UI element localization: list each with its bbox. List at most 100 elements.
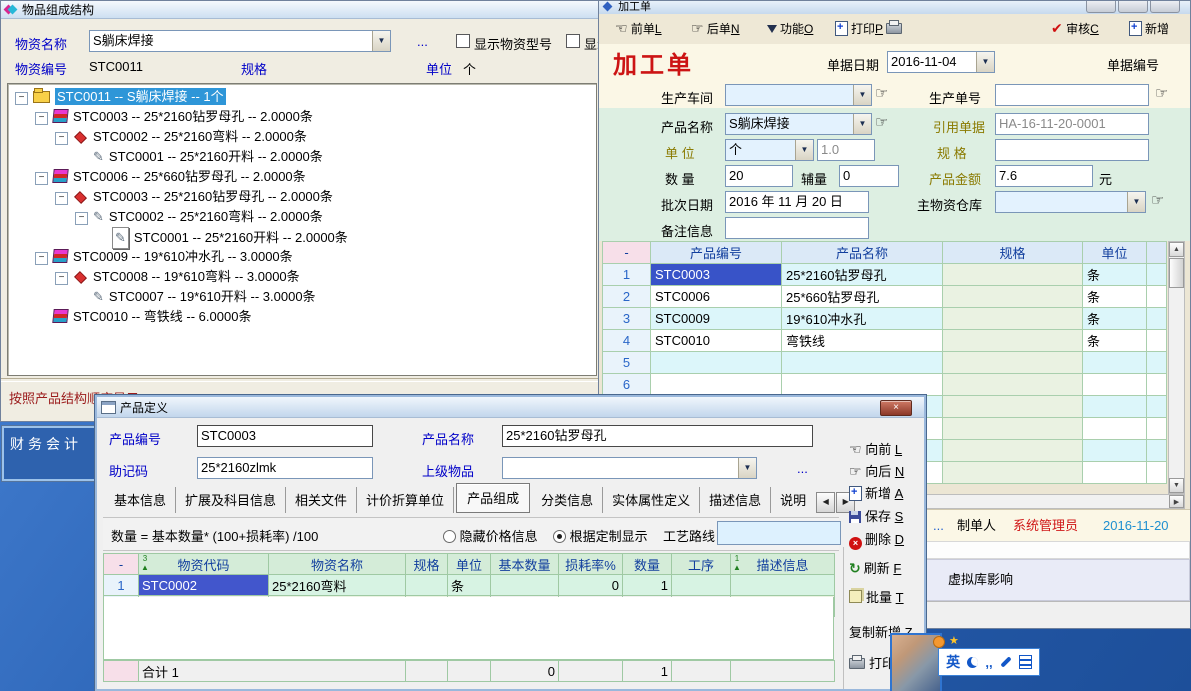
star-icon[interactable]: ★ xyxy=(949,634,959,647)
tab-related-files[interactable]: 相关文件 xyxy=(286,487,357,513)
table-row[interactable]: 5 xyxy=(603,352,1167,374)
tab-entity-attributes[interactable]: 实体属性定义 xyxy=(603,487,700,513)
col-loss-rate[interactable]: 损耗率% xyxy=(559,554,623,575)
prev-doc-button[interactable]: ☜ 前单L xyxy=(615,20,662,37)
workshop-combo[interactable]: ▼ xyxy=(725,84,872,106)
product-combo[interactable]: S躺床焊接▼ xyxy=(725,113,872,135)
add-doc-button[interactable]: 新增 xyxy=(1129,20,1169,37)
ime-punctuation-button[interactable]: ,, xyxy=(985,655,992,670)
warehouse-lookup-icon[interactable]: ☞ xyxy=(1151,193,1164,209)
bom-window-titlebar[interactable]: 物品组成结构 xyxy=(1,1,600,19)
show-model-checkbox[interactable] xyxy=(456,34,470,48)
col-spec[interactable]: 规格 xyxy=(943,242,1083,264)
ref-doc-input[interactable]: HA-16-11-20-0001 xyxy=(995,113,1149,135)
product-lookup-icon[interactable]: ☞ xyxy=(875,115,888,131)
chevron-down-icon[interactable]: ▼ xyxy=(976,52,994,72)
tree-item[interactable]: ✎STC0007 -- 19*610开料 -- 3.0000条 xyxy=(8,287,596,307)
chevron-down-icon[interactable]: ▼ xyxy=(1127,192,1145,212)
v-scrollbar[interactable]: ▲ ▼ xyxy=(1168,241,1185,494)
hide-price-radio[interactable]: 隐藏价格信息 xyxy=(443,526,538,545)
tree-expander[interactable]: − xyxy=(35,112,48,125)
more-options-button[interactable]: ... xyxy=(933,510,944,542)
tree-item[interactable]: −STC0009 -- 19*610冲水孔 -- 3.0000条 xyxy=(8,247,596,267)
material-more-button[interactable]: ... xyxy=(417,34,428,49)
tree-expander[interactable]: − xyxy=(35,252,48,265)
ime-wrench-icon[interactable] xyxy=(1000,656,1011,667)
next-button[interactable]: ☞ 向后 N xyxy=(849,461,904,480)
col-rowmark[interactable]: - xyxy=(104,554,139,575)
close-button[interactable] xyxy=(1150,1,1180,13)
tab-extended-info[interactable]: 扩展及科目信息 xyxy=(176,487,286,513)
unit-combo[interactable]: 个▼ xyxy=(725,139,814,161)
tree-item[interactable]: −STC0002 -- 25*2160弯料 -- 2.0000条 xyxy=(8,127,596,147)
qty-input[interactable]: 20 xyxy=(725,165,793,187)
workshop-lookup-icon[interactable]: ☞ xyxy=(875,86,888,102)
tree-item[interactable]: STC0010 -- 弯铁线 -- 6.0000条 xyxy=(8,307,596,327)
next-doc-button[interactable]: ☞ 后单N xyxy=(691,20,740,37)
tree-expander[interactable]: − xyxy=(55,132,68,145)
tab-product-composition[interactable]: 产品组成 xyxy=(456,483,530,513)
tree-item[interactable]: −STC0003 -- 25*2160钻罗母孔 -- 2.0000条 xyxy=(8,107,596,127)
chevron-down-icon[interactable]: ▼ xyxy=(795,140,813,160)
tree-expander[interactable]: − xyxy=(55,272,68,285)
chevron-down-icon[interactable]: ▼ xyxy=(853,85,871,105)
parent-more-button[interactable]: ... xyxy=(797,461,808,476)
ime-moon-icon[interactable] xyxy=(967,657,978,668)
audit-button[interactable]: ✔ 审核C xyxy=(1051,20,1099,37)
print-button[interactable]: 打印 xyxy=(849,653,895,672)
scroll-up-button[interactable]: ▲ xyxy=(1169,242,1184,257)
table-row[interactable]: 1STC000325*2160钻罗母孔条 xyxy=(603,264,1167,286)
spec-input[interactable] xyxy=(995,139,1149,161)
tree-expander[interactable]: − xyxy=(35,172,48,185)
route-input[interactable] xyxy=(717,521,841,545)
table-row[interactable]: 1 STC0002 25*2160弯料 条 0 1 xyxy=(104,575,835,596)
tab-description[interactable]: 描述信息 xyxy=(700,487,771,513)
product-code-input[interactable]: STC0003 xyxy=(197,425,373,447)
unit-factor-input[interactable]: 1.0 xyxy=(817,139,875,161)
ime-softkeyboard-icon[interactable] xyxy=(1019,655,1032,669)
minimize-button[interactable] xyxy=(1086,1,1116,13)
add-button[interactable]: 新增 A xyxy=(849,483,903,502)
amount-input[interactable]: 7.6 xyxy=(995,165,1093,187)
mnemonic-input[interactable]: 25*2160zlmk xyxy=(197,457,373,479)
tree-item[interactable]: ✎STC0001 -- 25*2160开料 -- 2.0000条 xyxy=(8,227,596,247)
delete-button[interactable]: ×删除 D xyxy=(849,529,904,550)
col-unit[interactable]: 单位 xyxy=(448,554,491,575)
col-qty[interactable]: 数量 xyxy=(623,554,672,575)
finance-accounting-panel[interactable]: 财务会计 xyxy=(2,426,105,481)
custom-display-radio[interactable]: 根据定制显示 xyxy=(553,526,648,545)
tab-notes[interactable]: 说明 xyxy=(771,487,815,513)
tab-classification[interactable]: 分类信息 xyxy=(532,487,603,513)
col-spec[interactable]: 规格 xyxy=(406,554,448,575)
table-row[interactable]: 3STC000919*610冲水孔条 xyxy=(603,308,1167,330)
col-product-name[interactable]: 产品名称 xyxy=(782,242,943,264)
col-rowmark[interactable]: - xyxy=(603,242,651,264)
col-base-qty[interactable]: 基本数量 xyxy=(491,554,559,575)
tree-item[interactable]: −✎STC0002 -- 25*2160弯料 -- 2.0000条 xyxy=(8,207,596,227)
table-row[interactable]: 6 xyxy=(603,374,1167,396)
cell-selected[interactable]: STC0002 xyxy=(139,575,269,596)
radio-icon[interactable] xyxy=(443,530,456,543)
tree-item[interactable]: −STC0011 -- S躺床焊接 -- 1个 xyxy=(8,87,596,107)
tree-expander[interactable]: − xyxy=(55,192,68,205)
tab-pricing-unit[interactable]: 计价折算单位 xyxy=(357,487,454,513)
warehouse-combo[interactable]: ▼ xyxy=(995,191,1146,213)
material-name-combo[interactable]: S躺床焊接 ▼ xyxy=(89,30,391,52)
ime-language-button[interactable]: 英 xyxy=(946,652,960,672)
tree-expander[interactable]: − xyxy=(15,92,28,105)
cell-selected[interactable]: STC0003 xyxy=(651,264,782,286)
face-icon[interactable] xyxy=(933,636,945,648)
col-material-name[interactable]: 物资名称 xyxy=(269,554,406,575)
tree-expander[interactable]: − xyxy=(75,212,88,225)
scroll-down-button[interactable]: ▼ xyxy=(1169,478,1184,493)
radio-selected-icon[interactable] xyxy=(553,530,566,543)
table-row[interactable]: 2STC000625*660钻罗母孔条 xyxy=(603,286,1167,308)
batch-button[interactable]: 批量 T xyxy=(849,587,904,606)
tree-item[interactable]: −STC0006 -- 25*660钻罗母孔 -- 2.0000条 xyxy=(8,167,596,187)
print-button[interactable]: 打印P xyxy=(835,20,902,37)
tree-item[interactable]: −STC0008 -- 19*610弯料 -- 3.0000条 xyxy=(8,267,596,287)
prev-button[interactable]: ☜ 向前 L xyxy=(849,439,902,458)
chevron-down-icon[interactable]: ▼ xyxy=(738,458,756,478)
col-process[interactable]: 工序 xyxy=(672,554,731,575)
chevron-down-icon[interactable]: ▼ xyxy=(372,31,390,51)
